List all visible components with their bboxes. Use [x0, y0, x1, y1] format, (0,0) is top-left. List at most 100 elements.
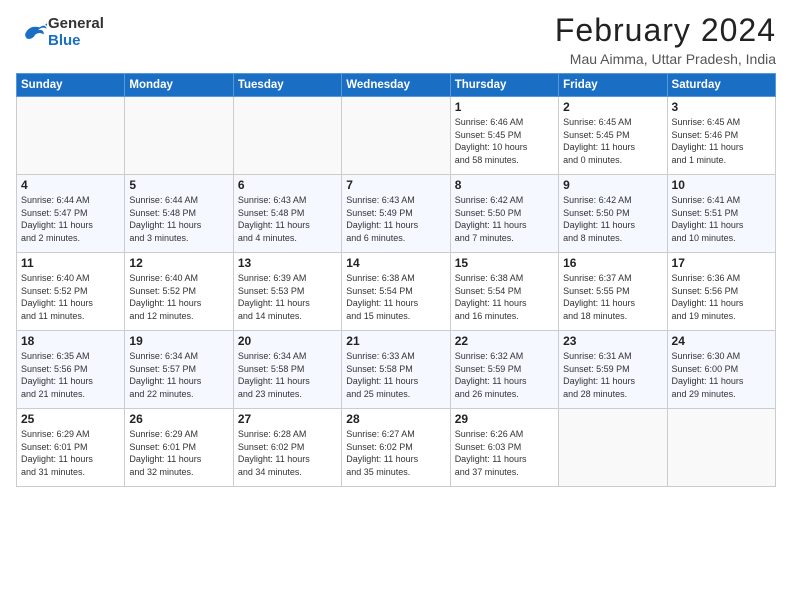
day-info: Sunrise: 6:41 AMSunset: 5:51 PMDaylight:… [672, 194, 771, 244]
day-number: 1 [455, 100, 554, 114]
day-number: 22 [455, 334, 554, 348]
day-info: Sunrise: 6:38 AMSunset: 5:54 PMDaylight:… [346, 272, 445, 322]
day-info: Sunrise: 6:44 AMSunset: 5:48 PMDaylight:… [129, 194, 228, 244]
calendar-cell: 5 Sunrise: 6:44 AMSunset: 5:48 PMDaylight… [125, 175, 233, 253]
day-number: 23 [563, 334, 662, 348]
day-info: Sunrise: 6:39 AMSunset: 5:53 PMDaylight:… [238, 272, 337, 322]
day-number: 9 [563, 178, 662, 192]
month-title: February 2024 [555, 12, 776, 49]
calendar-cell: 29 Sunrise: 6:26 AMSunset: 6:03 PMDayligh… [450, 409, 558, 487]
day-info: Sunrise: 6:26 AMSunset: 6:03 PMDaylight:… [455, 428, 554, 478]
logo: General Blue [16, 16, 104, 49]
day-info: Sunrise: 6:31 AMSunset: 5:59 PMDaylight:… [563, 350, 662, 400]
day-number: 20 [238, 334, 337, 348]
day-number: 5 [129, 178, 228, 192]
day-number: 21 [346, 334, 445, 348]
calendar-cell: 19 Sunrise: 6:34 AMSunset: 5:57 PMDayligh… [125, 331, 233, 409]
day-number: 3 [672, 100, 771, 114]
day-number: 4 [21, 178, 120, 192]
day-number: 7 [346, 178, 445, 192]
day-number: 16 [563, 256, 662, 270]
day-number: 12 [129, 256, 228, 270]
day-info: Sunrise: 6:34 AMSunset: 5:57 PMDaylight:… [129, 350, 228, 400]
day-number: 28 [346, 412, 445, 426]
weekday-header-row: SundayMondayTuesdayWednesdayThursdayFrid… [17, 74, 776, 97]
calendar-cell: 6 Sunrise: 6:43 AMSunset: 5:48 PMDaylight… [233, 175, 341, 253]
day-number: 29 [455, 412, 554, 426]
day-info: Sunrise: 6:43 AMSunset: 5:48 PMDaylight:… [238, 194, 337, 244]
calendar-cell: 10Sunrise: 6:41 AMSunset: 5:51 PMDayligh… [667, 175, 775, 253]
day-number: 19 [129, 334, 228, 348]
location: Mau Aimma, Uttar Pradesh, India [555, 51, 776, 67]
day-info: Sunrise: 6:40 AMSunset: 5:52 PMDaylight:… [21, 272, 120, 322]
day-info: Sunrise: 6:35 AMSunset: 5:56 PMDaylight:… [21, 350, 120, 400]
day-info: Sunrise: 6:40 AMSunset: 5:52 PMDaylight:… [129, 272, 228, 322]
calendar-cell: 1 Sunrise: 6:46 AMSunset: 5:45 PMDaylight… [450, 97, 558, 175]
calendar-cell [125, 97, 233, 175]
day-info: Sunrise: 6:42 AMSunset: 5:50 PMDaylight:… [455, 194, 554, 244]
title-block: February 2024 Mau Aimma, Uttar Pradesh, … [555, 12, 776, 67]
day-number: 6 [238, 178, 337, 192]
day-number: 13 [238, 256, 337, 270]
logo-general: General [48, 16, 104, 33]
day-info: Sunrise: 6:36 AMSunset: 5:56 PMDaylight:… [672, 272, 771, 322]
calendar-cell: 2Sunrise: 6:45 AMSunset: 5:45 PMDaylight… [559, 97, 667, 175]
calendar-cell [667, 409, 775, 487]
day-info: Sunrise: 6:29 AMSunset: 6:01 PMDaylight:… [129, 428, 228, 478]
day-info: Sunrise: 6:29 AMSunset: 6:01 PMDaylight:… [21, 428, 120, 478]
day-number: 17 [672, 256, 771, 270]
calendar-cell: 3 Sunrise: 6:45 AMSunset: 5:46 PMDaylight… [667, 97, 775, 175]
day-number: 26 [129, 412, 228, 426]
calendar-week-row: 18 Sunrise: 6:35 AMSunset: 5:56 PMDayligh… [17, 331, 776, 409]
calendar-cell: 9 Sunrise: 6:42 AMSunset: 5:50 PMDaylight… [559, 175, 667, 253]
calendar-cell [559, 409, 667, 487]
weekday-header: Tuesday [233, 74, 341, 97]
day-info: Sunrise: 6:46 AMSunset: 5:45 PMDaylight:… [455, 116, 554, 166]
calendar-cell: 7 Sunrise: 6:43 AMSunset: 5:49 PMDaylight… [342, 175, 450, 253]
calendar-week-row: 1 Sunrise: 6:46 AMSunset: 5:45 PMDaylight… [17, 97, 776, 175]
day-number: 24 [672, 334, 771, 348]
calendar-cell: 14Sunrise: 6:38 AMSunset: 5:54 PMDayligh… [342, 253, 450, 331]
calendar-week-row: 4 Sunrise: 6:44 AMSunset: 5:47 PMDaylight… [17, 175, 776, 253]
day-number: 15 [455, 256, 554, 270]
calendar-cell: 20 Sunrise: 6:34 AMSunset: 5:58 PMDayligh… [233, 331, 341, 409]
day-info: Sunrise: 6:34 AMSunset: 5:58 PMDaylight:… [238, 350, 337, 400]
logo-text: General Blue [48, 16, 104, 49]
day-number: 11 [21, 256, 120, 270]
day-info: Sunrise: 6:30 AMSunset: 6:00 PMDaylight:… [672, 350, 771, 400]
calendar-cell: 11 Sunrise: 6:40 AMSunset: 5:52 PMDayligh… [17, 253, 125, 331]
calendar-cell [17, 97, 125, 175]
weekday-header: Thursday [450, 74, 558, 97]
calendar-cell: 21 Sunrise: 6:33 AMSunset: 5:58 PMDayligh… [342, 331, 450, 409]
day-number: 27 [238, 412, 337, 426]
calendar-cell: 8 Sunrise: 6:42 AMSunset: 5:50 PMDaylight… [450, 175, 558, 253]
calendar-cell: 16 Sunrise: 6:37 AMSunset: 5:55 PMDayligh… [559, 253, 667, 331]
calendar-cell: 18 Sunrise: 6:35 AMSunset: 5:56 PMDayligh… [17, 331, 125, 409]
day-number: 25 [21, 412, 120, 426]
calendar-cell: 13 Sunrise: 6:39 AMSunset: 5:53 PMDayligh… [233, 253, 341, 331]
logo-bird-icon [20, 19, 48, 47]
day-number: 2 [563, 100, 662, 114]
calendar-cell: 15Sunrise: 6:38 AMSunset: 5:54 PMDayligh… [450, 253, 558, 331]
calendar-cell [342, 97, 450, 175]
header: General Blue February 2024 Mau Aimma, Ut… [16, 12, 776, 67]
day-info: Sunrise: 6:43 AMSunset: 5:49 PMDaylight:… [346, 194, 445, 244]
calendar-cell: 24 Sunrise: 6:30 AMSunset: 6:00 PMDayligh… [667, 331, 775, 409]
day-info: Sunrise: 6:37 AMSunset: 5:55 PMDaylight:… [563, 272, 662, 322]
calendar: SundayMondayTuesdayWednesdayThursdayFrid… [16, 73, 776, 487]
day-info: Sunrise: 6:45 AMSunset: 5:46 PMDaylight:… [672, 116, 771, 166]
day-info: Sunrise: 6:28 AMSunset: 6:02 PMDaylight:… [238, 428, 337, 478]
calendar-cell: 4 Sunrise: 6:44 AMSunset: 5:47 PMDaylight… [17, 175, 125, 253]
day-number: 18 [21, 334, 120, 348]
weekday-header: Monday [125, 74, 233, 97]
day-number: 8 [455, 178, 554, 192]
page: General Blue February 2024 Mau Aimma, Ut… [0, 0, 792, 612]
day-info: Sunrise: 6:33 AMSunset: 5:58 PMDaylight:… [346, 350, 445, 400]
calendar-cell: 17 Sunrise: 6:36 AMSunset: 5:56 PMDayligh… [667, 253, 775, 331]
weekday-header: Wednesday [342, 74, 450, 97]
weekday-header: Saturday [667, 74, 775, 97]
day-info: Sunrise: 6:44 AMSunset: 5:47 PMDaylight:… [21, 194, 120, 244]
calendar-cell: 23 Sunrise: 6:31 AMSunset: 5:59 PMDayligh… [559, 331, 667, 409]
calendar-cell: 27 Sunrise: 6:28 AMSunset: 6:02 PMDayligh… [233, 409, 341, 487]
day-info: Sunrise: 6:42 AMSunset: 5:50 PMDaylight:… [563, 194, 662, 244]
